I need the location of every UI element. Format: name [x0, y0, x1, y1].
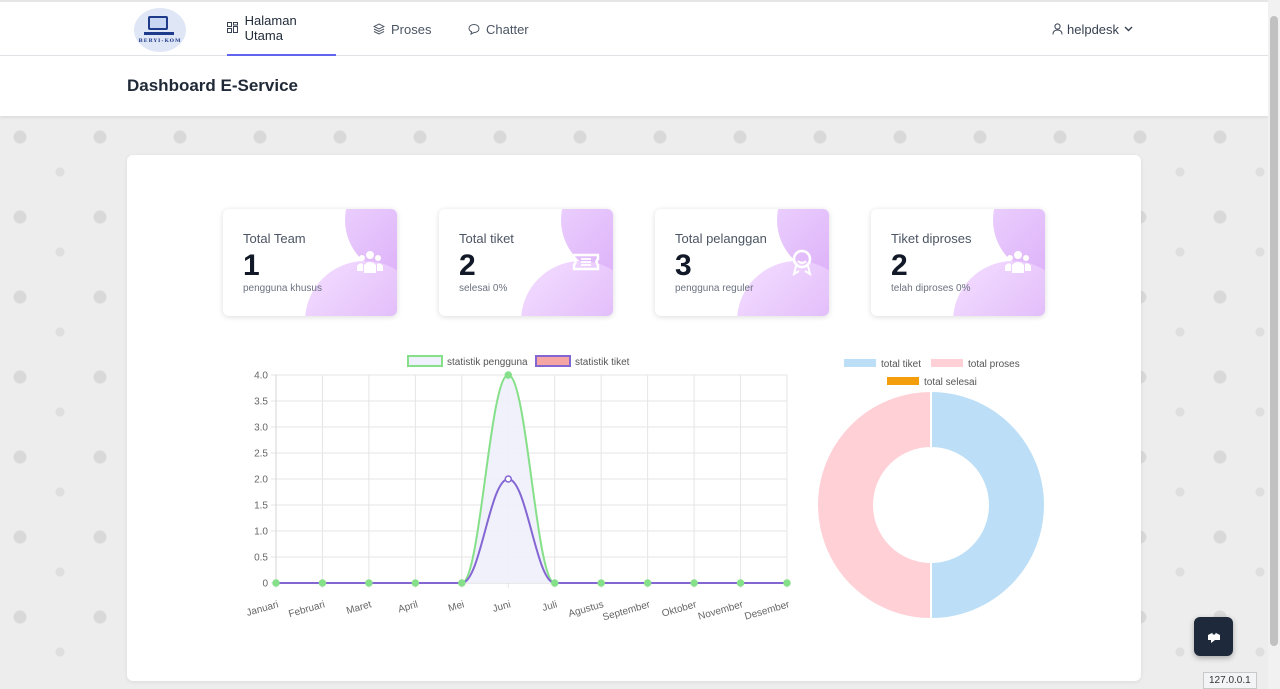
- donut-slice: [816, 389, 932, 621]
- data-point: [643, 579, 652, 587]
- data-point: [318, 579, 327, 587]
- legend-swatch: [407, 355, 443, 367]
- scrollbar-thumb[interactable]: [1270, 16, 1278, 646]
- stat-subtitle: selesai 0%: [459, 283, 508, 294]
- stat-card-total-team[interactable]: Total Team 1 pengguna khusus: [223, 209, 397, 316]
- legend-label: total selesai: [924, 377, 977, 388]
- team-icon: [1003, 247, 1033, 277]
- nav-label: Proses: [391, 21, 432, 37]
- line-chart: statistik pengguna statistik tiket 4.0 3.5 3…: [240, 350, 800, 630]
- legend-label: statistik pengguna: [447, 357, 528, 368]
- computer-icon: [148, 16, 168, 30]
- host-badge: 127.0.0.1: [1203, 672, 1257, 689]
- data-point: [690, 579, 698, 587]
- data-point: [597, 579, 605, 587]
- legend-swatch: [844, 359, 876, 367]
- donut-slice: [930, 389, 1046, 621]
- stat-card-total-pelanggan[interactable]: Total pelanggan 3 pengguna reguler: [655, 209, 829, 316]
- y-tick-label: 2.0: [254, 475, 268, 486]
- team-icon: [355, 247, 385, 277]
- nav-item-chatter[interactable]: Chatter: [468, 2, 529, 56]
- user-icon: [1052, 23, 1063, 35]
- stat-subtitle: pengguna khusus: [243, 283, 322, 294]
- data-point: [272, 579, 280, 587]
- x-tick-label: Juli: [541, 599, 558, 614]
- line-chart-svg: statistik pengguna statistik tiket 4.0 3.5 3…: [245, 355, 791, 623]
- data-point: [411, 579, 420, 587]
- x-tick-label: Maret: [345, 599, 373, 617]
- navbar: BERYI-KOM Halaman Utama Proses Chatter h…: [0, 0, 1268, 56]
- legend-label: total proses: [968, 359, 1020, 370]
- layers-icon: [373, 23, 385, 35]
- award-icon: [787, 247, 817, 277]
- chat-bubble-icon: [1207, 630, 1220, 643]
- stat-value: 3: [675, 249, 692, 282]
- x-tick-label: Januari: [245, 599, 280, 619]
- x-tick-label: April: [397, 599, 419, 615]
- x-tick-label: September: [601, 599, 652, 623]
- data-point: [783, 579, 791, 587]
- data-point: [504, 475, 513, 483]
- data-point: [550, 579, 559, 587]
- y-tick-label: 1.5: [254, 501, 268, 512]
- logo-base: [144, 32, 174, 35]
- dashboard-icon: [227, 22, 239, 34]
- page-title: Dashboard E-Service: [127, 76, 299, 95]
- data-point: [458, 579, 466, 587]
- data-point: [504, 371, 513, 379]
- x-tick-label: Desember: [743, 599, 791, 622]
- scrollbar[interactable]: [1268, 0, 1280, 689]
- dashboard-card: Total Team 1 pengguna khusus Total tiket…: [127, 155, 1141, 681]
- x-tick-label: Juni: [491, 599, 512, 615]
- stat-value: 2: [891, 249, 908, 282]
- page-header: Dashboard E-Service: [0, 56, 1268, 116]
- logo-text: BERYI-KOM: [138, 38, 182, 44]
- stat-card-total-tiket[interactable]: Total tiket 2 selesai 0%: [439, 209, 613, 316]
- stat-title: Total tiket: [459, 231, 514, 246]
- brand-logo[interactable]: BERYI-KOM: [134, 8, 186, 52]
- x-tick-label: Mei: [447, 599, 466, 614]
- y-tick-label: 0.5: [254, 553, 268, 564]
- stat-subtitle: pengguna reguler: [675, 283, 754, 294]
- nav-label: Chatter: [486, 21, 529, 37]
- donut-chart: total tiket total proses total selesai: [813, 350, 1053, 630]
- y-tick-label: 3.0: [254, 423, 268, 434]
- x-tick-label: Oktober: [661, 599, 699, 620]
- y-tick-label: 2.5: [254, 449, 268, 460]
- nav-label: Halaman Utama: [244, 13, 297, 43]
- legend-label: statistik tiket: [575, 357, 630, 368]
- donut-chart-svg: total tiket total proses total selesai: [816, 359, 1046, 621]
- ticket-icon: [571, 247, 601, 277]
- stat-value: 2: [459, 249, 476, 282]
- nav-item-halaman-utama[interactable]: Halaman Utama: [227, 2, 336, 56]
- chat-icon: [468, 23, 480, 35]
- legend-swatch: [887, 377, 919, 385]
- stat-subtitle: telah diproses 0%: [891, 283, 971, 294]
- stat-title: Total pelanggan: [675, 231, 767, 246]
- stat-card-tiket-diproses[interactable]: Tiket diproses 2 telah diproses 0%: [871, 209, 1045, 316]
- user-name: helpdesk: [1067, 21, 1120, 37]
- x-tick-label: Agustus: [567, 599, 605, 620]
- chevron-down-icon: [1124, 26, 1133, 32]
- data-point: [736, 579, 745, 587]
- stat-value: 1: [243, 249, 260, 282]
- y-tick-label: 4.0: [254, 371, 268, 382]
- y-tick-label: 0: [262, 579, 268, 590]
- stat-title: Total Team: [243, 231, 306, 246]
- legend-swatch: [535, 355, 571, 367]
- nav-item-proses[interactable]: Proses: [373, 2, 431, 56]
- y-tick-label: 1.0: [254, 527, 268, 538]
- x-tick-label: November: [697, 599, 745, 622]
- user-menu[interactable]: helpdesk: [1052, 2, 1133, 56]
- legend-swatch: [931, 359, 963, 367]
- legend-label: total tiket: [881, 359, 921, 370]
- y-tick-label: 3.5: [254, 397, 268, 408]
- chat-widget-button[interactable]: [1194, 617, 1233, 656]
- stat-title: Tiket diproses: [891, 231, 972, 246]
- x-tick-label: Februari: [287, 599, 326, 620]
- data-point: [365, 579, 373, 587]
